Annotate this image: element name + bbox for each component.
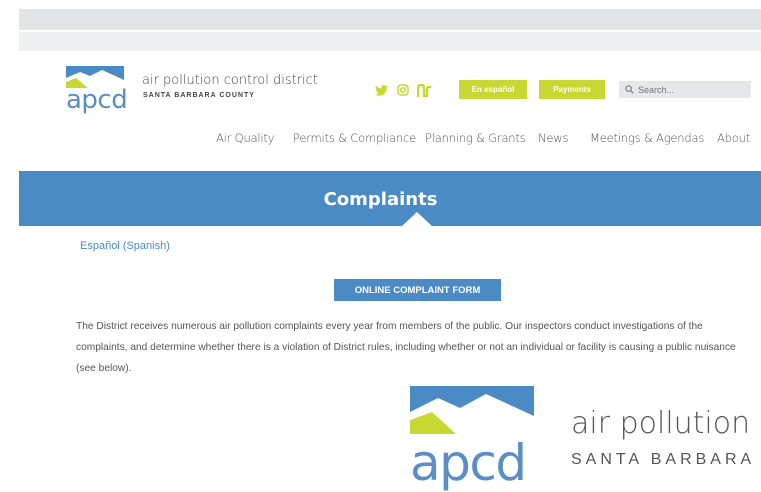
intro-paragraph: The District receives numerous air pollu…	[76, 321, 736, 374]
espanol-button[interactable]: En español	[459, 80, 527, 99]
page-title: Complaints	[323, 189, 438, 210]
search-box[interactable]	[619, 81, 751, 98]
twitter-icon[interactable]	[375, 82, 388, 98]
large-county-name: SANTA BARBARA C	[571, 451, 761, 468]
search-icon	[625, 85, 634, 94]
search-input[interactable]	[638, 84, 748, 95]
large-district-name: air pollution c	[571, 406, 761, 441]
nav-meetings-agendas[interactable]: Meetings & Agendas	[590, 131, 704, 145]
banner-notch	[401, 212, 433, 227]
nav-permits-compliance[interactable]: Permits & Compliance	[293, 131, 416, 145]
large-logo-wordmark: apcd	[410, 434, 527, 492]
nav-about[interactable]: About	[717, 131, 750, 145]
county-name: SANTA BARBARA COUNTY	[143, 92, 255, 99]
logo-wordmark[interactable]: apcd	[66, 87, 128, 113]
online-complaint-form-button[interactable]: ONLINE COMPLAINT FORM	[334, 279, 501, 301]
spanish-link[interactable]: Español (Spanish)	[80, 240, 170, 252]
nav-news[interactable]: News	[538, 131, 568, 145]
nextdoor-icon[interactable]	[417, 82, 431, 98]
mountain-logo-icon	[410, 386, 534, 434]
nav-planning-grants[interactable]: Planning & Grants	[425, 131, 526, 145]
district-name: air pollution control district	[142, 73, 318, 88]
instagram-icon[interactable]	[397, 82, 409, 98]
payments-button[interactable]: Payments	[539, 80, 605, 99]
top-utility-bar	[19, 9, 761, 30]
nav-air-quality[interactable]: Air Quality	[216, 131, 275, 145]
secondary-utility-bar	[19, 32, 761, 51]
